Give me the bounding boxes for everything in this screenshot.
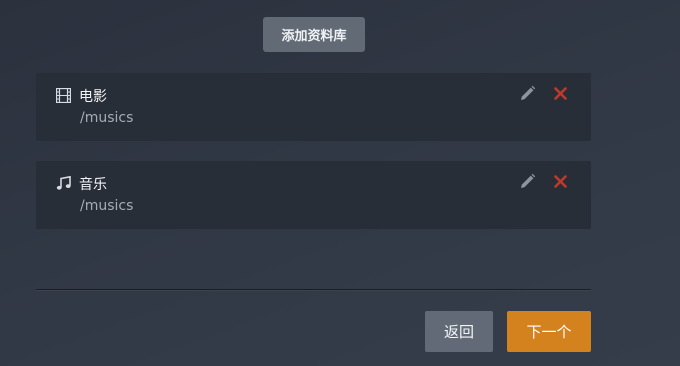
- footer-divider: [36, 289, 591, 291]
- film-icon: [55, 87, 71, 103]
- delete-x-icon[interactable]: [550, 171, 570, 191]
- library-name: 音乐: [79, 177, 107, 193]
- next-button[interactable]: 下一个: [507, 311, 591, 352]
- library-path: /musics: [80, 110, 134, 126]
- delete-x-icon[interactable]: [550, 83, 570, 103]
- library-name: 电影: [79, 89, 107, 105]
- library-path: /musics: [80, 198, 134, 214]
- library-card-movies: 电影 /musics: [36, 73, 591, 141]
- edit-pencil-icon[interactable]: [517, 171, 537, 191]
- edit-pencil-icon[interactable]: [517, 83, 537, 103]
- music-note-icon: [55, 175, 71, 191]
- library-setup-page: 添加资料库 电影 /musics 音乐 /musics 返回 下一个: [0, 0, 680, 366]
- add-library-button[interactable]: 添加资料库: [263, 17, 365, 52]
- back-button[interactable]: 返回: [425, 311, 493, 352]
- library-card-music: 音乐 /musics: [36, 161, 591, 229]
